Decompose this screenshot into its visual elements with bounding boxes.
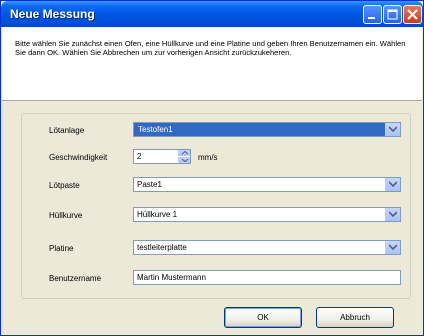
loetanlage-value: Testofen1 (136, 124, 372, 135)
instruction-text: Bitte wählen Sie zunächst einen Ofen, ei… (15, 39, 406, 57)
chevron-down-icon[interactable] (385, 241, 400, 254)
benutzername-label: Benutzername (49, 274, 102, 283)
loetpaste-value: Paste1 (137, 180, 162, 189)
geschwindigkeit-stepper[interactable]: 2 (133, 149, 191, 164)
minimize-icon[interactable] (363, 5, 382, 24)
spin-up-button[interactable] (178, 150, 190, 156)
chevron-down-icon[interactable] (385, 178, 400, 191)
spinner-arrows-icon[interactable] (178, 150, 190, 163)
chevron-down-icon[interactable] (385, 208, 400, 221)
ok-button[interactable]: OK (224, 307, 302, 328)
geschwindigkeit-value: 2 (137, 152, 142, 161)
close-icon[interactable] (403, 5, 422, 24)
huellkurve-value: Hüllkurve 1 (137, 210, 178, 219)
spin-down-button[interactable] (178, 157, 190, 163)
loetpaste-label: Lötpaste (49, 181, 80, 190)
geschwindigkeit-label: Geschwindigkeit (49, 153, 108, 162)
loetanlage-select[interactable]: Testofen1 (133, 122, 401, 137)
dialog-window: Neue Messung Bitte wählen Sie zunächst e… (0, 0, 424, 336)
loetanlage-label: Lötanlage (49, 126, 85, 135)
speed-unit: mm/s (198, 153, 218, 162)
title-bar[interactable]: Neue Messung (1, 1, 423, 27)
benutzername-value: Martin Mustermann (137, 273, 206, 282)
benutzername-input[interactable]: Martin Mustermann (133, 270, 401, 285)
chevron-down-icon[interactable] (385, 123, 400, 136)
huellkurve-select[interactable]: Hüllkurve 1 (133, 207, 401, 222)
instruction-panel: Bitte wählen Sie zunächst einen Ofen, ei… (2, 27, 422, 101)
platine-value: testleiterplatte (137, 243, 187, 252)
platine-label: Platine (49, 244, 74, 253)
huellkurve-label: Hüllkurve (49, 211, 83, 220)
window-title: Neue Messung (10, 7, 95, 21)
cancel-button[interactable]: Abbruch (316, 307, 394, 328)
loetpaste-select[interactable]: Paste1 (133, 177, 401, 192)
platine-select[interactable]: testleiterplatte (133, 240, 401, 255)
maximize-icon[interactable] (383, 5, 402, 24)
